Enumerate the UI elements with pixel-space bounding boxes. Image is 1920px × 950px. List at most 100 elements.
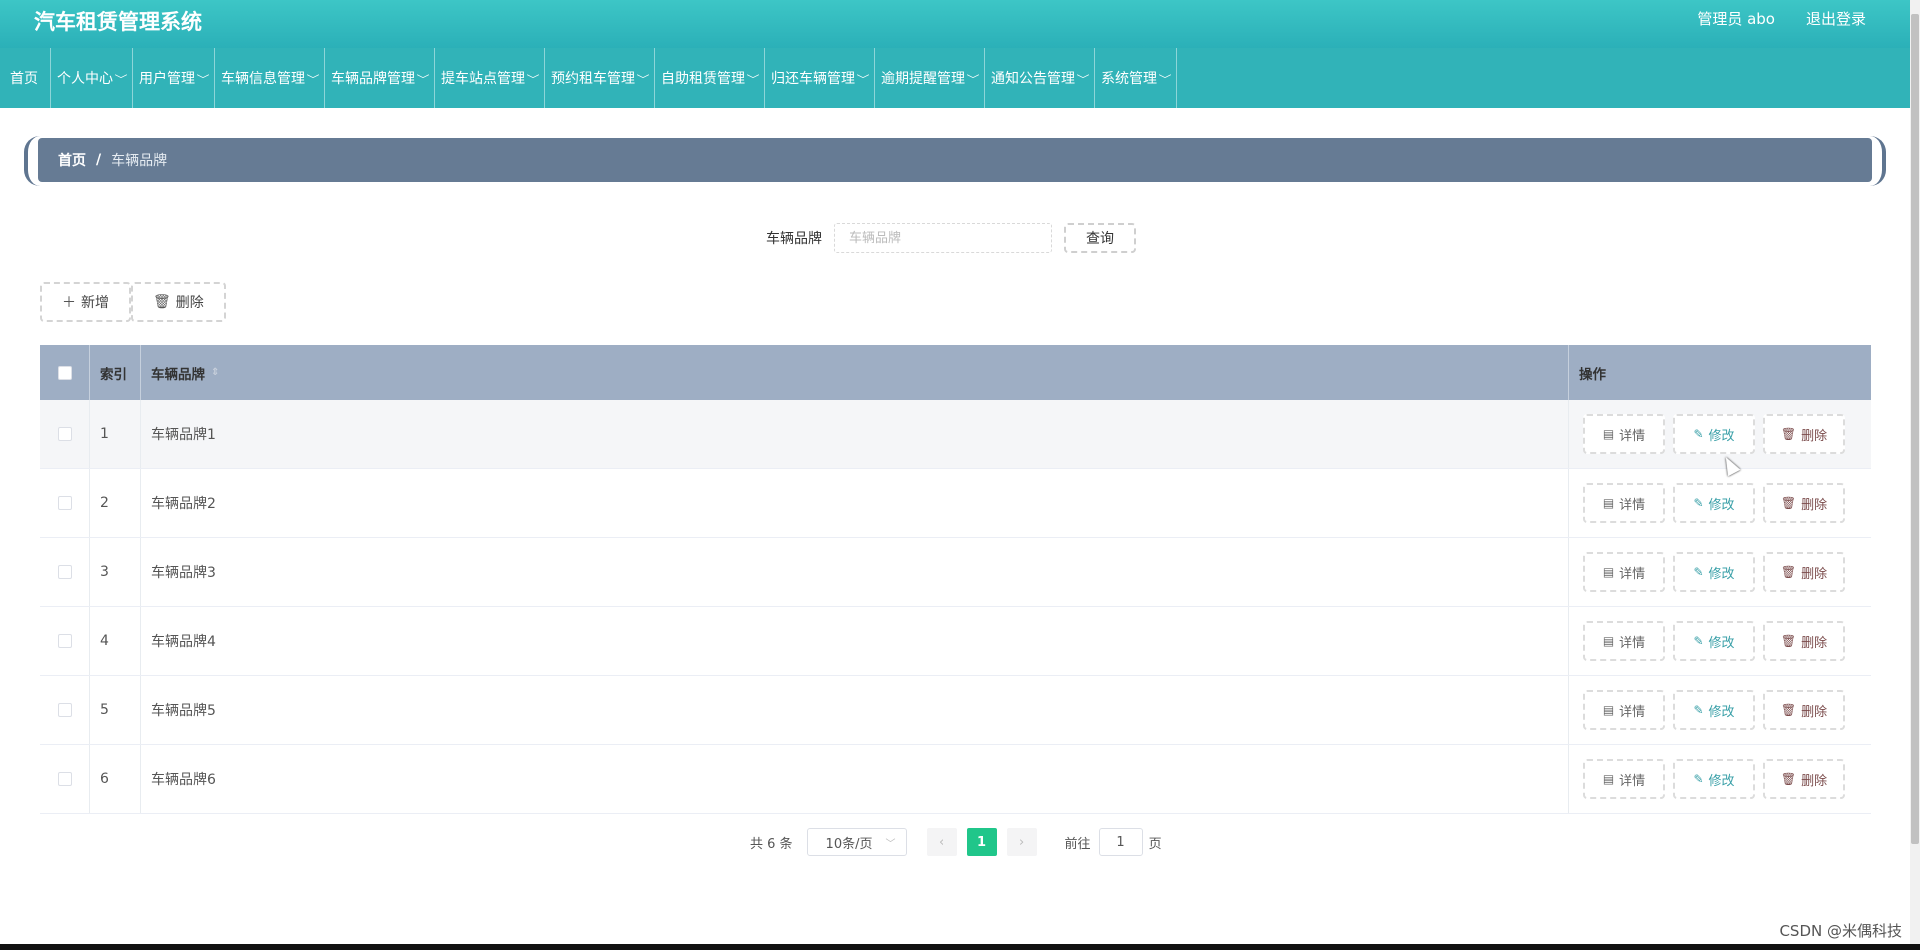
delete-label: 删除 xyxy=(1801,566,1828,582)
nav-item-10[interactable]: 通知公告管理 ﹀ xyxy=(985,48,1095,108)
select-all-checkbox[interactable] xyxy=(57,365,72,380)
delete-label: 删除 xyxy=(1801,635,1828,651)
brand-search-input[interactable] xyxy=(834,223,1052,253)
chevron-down-icon: ﹀ xyxy=(856,74,870,86)
row-checkbox[interactable] xyxy=(57,772,72,786)
app-title: 汽车租赁管理系统 xyxy=(34,10,202,34)
nav-item-0[interactable]: 首页 xyxy=(0,48,51,108)
batch-delete-button[interactable]: 🗑 删除 xyxy=(131,282,226,322)
main-nav: 首页 个人中心 ﹀ 用户管理 ﹀ 车辆信息管理 ﹀ 车辆品牌管理 ﹀ 提车站点管理 ﹀ 预约租车管理 ﹀… xyxy=(0,48,1910,108)
batch-delete-label: 删除 xyxy=(175,295,204,311)
edit-label: 修改 xyxy=(1708,704,1735,720)
nav-item-label: 车辆品牌管理 xyxy=(331,71,415,87)
nav-item-7[interactable]: 自助租赁管理 ﹀ xyxy=(655,48,765,108)
detail-button[interactable]: ▤ 详情 xyxy=(1583,483,1665,523)
nav-item-4[interactable]: 车辆品牌管理 ﹀ xyxy=(325,48,435,108)
table-row[interactable]: 5 车辆品牌5 ▤ 详情 ✎ 修改 🗑 删除 xyxy=(40,676,1871,745)
row-checkbox[interactable] xyxy=(57,427,72,441)
chevron-down-icon: ﹀ xyxy=(306,74,320,86)
delete-button[interactable]: 🗑 删除 xyxy=(1763,552,1845,592)
next-page-button[interactable]: › xyxy=(1006,828,1037,856)
edit-label: 修改 xyxy=(1708,497,1735,513)
table-row[interactable]: 6 车辆品牌6 ▤ 详情 ✎ 修改 🗑 删除 xyxy=(40,745,1871,814)
query-button[interactable]: 查询 xyxy=(1064,223,1136,253)
nav-item-1[interactable]: 个人中心 ﹀ xyxy=(51,48,133,108)
trash-icon: 🗑 xyxy=(1780,565,1797,579)
nav-item-8[interactable]: 归还车辆管理 ﹀ xyxy=(765,48,875,108)
detail-button[interactable]: ▤ 详情 xyxy=(1583,552,1665,592)
nav-item-label: 自助租赁管理 xyxy=(661,71,745,87)
row-checkbox[interactable] xyxy=(57,634,72,648)
delete-label: 删除 xyxy=(1801,428,1828,444)
edit-button[interactable]: ✎ 修改 xyxy=(1673,414,1755,454)
trash-icon: 🗑 xyxy=(1780,427,1797,441)
detail-button[interactable]: ▤ 详情 xyxy=(1583,414,1665,454)
edit-button[interactable]: ✎ 修改 xyxy=(1673,621,1755,661)
row-checkbox[interactable] xyxy=(57,496,72,510)
page-size-value: 10条/页 xyxy=(825,836,873,852)
table-row[interactable]: 1 车辆品牌1 ▤ 详情 ✎ 修改 🗑 删除 xyxy=(40,400,1871,469)
app-header: 汽车租赁管理系统 管理员 abo 退出登录 xyxy=(0,0,1910,48)
delete-button[interactable]: 🗑 删除 xyxy=(1763,414,1845,454)
prev-page-button[interactable]: ‹ xyxy=(926,828,957,856)
trash-icon: 🗑 xyxy=(153,294,171,310)
detail-button[interactable]: ▤ 详情 xyxy=(1583,759,1665,799)
row-ops: ▤ 详情 ✎ 修改 🗑 删除 xyxy=(1569,400,1871,468)
row-brand: 车辆品牌4 xyxy=(141,607,1569,675)
nav-item-9[interactable]: 逾期提醒管理 ﹀ xyxy=(875,48,985,108)
edit-label: 修改 xyxy=(1708,773,1735,789)
pencil-icon: ✎ xyxy=(1693,565,1704,579)
row-brand: 车辆品牌3 xyxy=(141,538,1569,606)
header-brand[interactable]: 车辆品牌 ⇕ xyxy=(141,345,1569,400)
delete-button[interactable]: 🗑 删除 xyxy=(1763,483,1845,523)
search-label: 车辆品牌 xyxy=(766,231,822,247)
table-row[interactable]: 2 车辆品牌2 ▤ 详情 ✎ 修改 🗑 删除 xyxy=(40,469,1871,538)
table-row[interactable]: 3 车辆品牌3 ▤ 详情 ✎ 修改 🗑 删除 xyxy=(40,538,1871,607)
add-button[interactable]: ＋ 新增 xyxy=(40,282,131,322)
bottom-bar xyxy=(0,944,1920,950)
pencil-icon: ✎ xyxy=(1693,634,1704,648)
edit-button[interactable]: ✎ 修改 xyxy=(1673,690,1755,730)
row-ops: ▤ 详情 ✎ 修改 🗑 删除 xyxy=(1569,676,1871,744)
nav-item-3[interactable]: 车辆信息管理 ﹀ xyxy=(215,48,325,108)
pencil-icon: ✎ xyxy=(1693,496,1704,510)
page-number-current[interactable]: 1 xyxy=(966,828,997,856)
chevron-right-icon: › xyxy=(1018,834,1025,850)
detail-button[interactable]: ▤ 详情 xyxy=(1583,690,1665,730)
goto-page-input[interactable] xyxy=(1098,828,1143,856)
edit-button[interactable]: ✎ 修改 xyxy=(1673,552,1755,592)
select-all-cell xyxy=(40,345,90,400)
nav-item-label: 通知公告管理 xyxy=(991,71,1075,87)
edit-button[interactable]: ✎ 修改 xyxy=(1673,483,1755,523)
nav-item-2[interactable]: 用户管理 ﹀ xyxy=(133,48,215,108)
row-index: 6 xyxy=(90,745,141,813)
row-ops: ▤ 详情 ✎ 修改 🗑 删除 xyxy=(1569,538,1871,606)
row-ops: ▤ 详情 ✎ 修改 🗑 删除 xyxy=(1569,745,1871,813)
nav-item-11[interactable]: 系统管理 ﹀ xyxy=(1095,48,1177,108)
breadcrumb-home[interactable]: 首页 xyxy=(58,150,86,170)
page-size-select[interactable]: 10条/页 ﹀ xyxy=(806,828,907,856)
nav-item-5[interactable]: 提车站点管理 ﹀ xyxy=(435,48,545,108)
delete-button[interactable]: 🗑 删除 xyxy=(1763,621,1845,661)
pagination: 共 6 条 10条/页 ﹀ ‹ 1 › 前往 页 xyxy=(750,828,1162,856)
delete-button[interactable]: 🗑 删除 xyxy=(1763,759,1845,799)
detail-button[interactable]: ▤ 详情 xyxy=(1583,621,1665,661)
nav-item-6[interactable]: 预约租车管理 ﹀ xyxy=(545,48,655,108)
chevron-down-icon: ﹀ xyxy=(966,74,980,86)
nav-item-label: 逾期提醒管理 xyxy=(881,71,965,87)
current-user: 管理员 abo xyxy=(1697,10,1775,28)
logout-link[interactable]: 退出登录 xyxy=(1806,8,1866,29)
row-ops: ▤ 详情 ✎ 修改 🗑 删除 xyxy=(1569,607,1871,675)
row-ops: ▤ 详情 ✎ 修改 🗑 删除 xyxy=(1569,469,1871,537)
table-row[interactable]: 4 车辆品牌4 ▤ 详情 ✎ 修改 🗑 删除 xyxy=(40,607,1871,676)
vertical-scrollbar[interactable] xyxy=(1910,0,1920,944)
row-select-cell xyxy=(40,469,90,537)
row-checkbox[interactable] xyxy=(57,703,72,717)
scrollbar-thumb[interactable] xyxy=(1911,14,1919,844)
delete-button[interactable]: 🗑 删除 xyxy=(1763,690,1845,730)
sort-icon[interactable]: ⇕ xyxy=(211,367,219,378)
edit-button[interactable]: ✎ 修改 xyxy=(1673,759,1755,799)
row-checkbox[interactable] xyxy=(57,565,72,579)
nav-item-label: 预约租车管理 xyxy=(551,71,635,87)
nav-item-label: 系统管理 xyxy=(1101,71,1157,87)
